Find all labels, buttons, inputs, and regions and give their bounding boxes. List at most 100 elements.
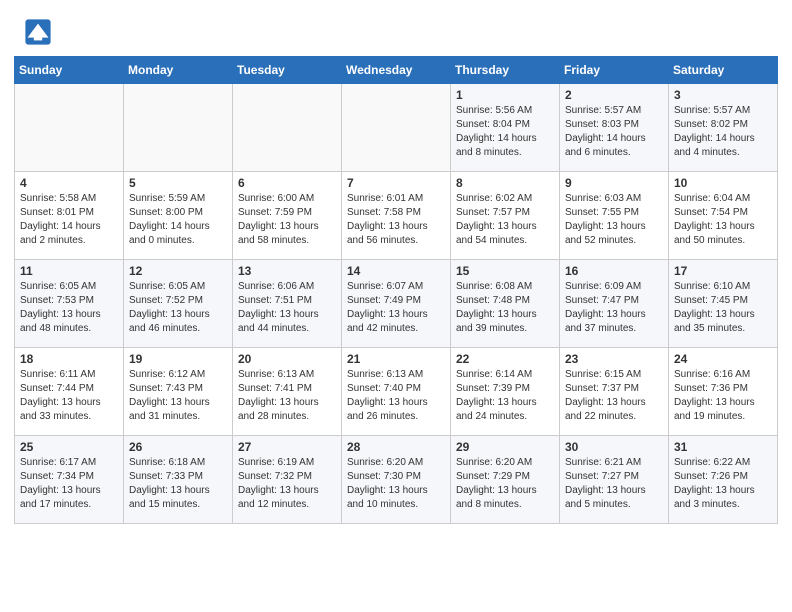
calendar-cell: 14 Sunrise: 6:07 AMSunset: 7:49 PMDayligh… [342,260,451,348]
day-info: Sunrise: 6:21 AMSunset: 7:27 PMDaylight:… [565,456,663,512]
calendar-cell: 1Sunrise: 5:56 AMSunset: 8:04 PMDaylight… [451,84,560,172]
calendar-week: 11 Sunrise: 6:05 AMSunset: 7:53 PMDayligh… [15,260,778,348]
calendar-header: SundayMondayTuesdayWednesdayThursdayFrid… [15,57,778,84]
day-info: Sunrise: 6:17 AMSunset: 7:34 PMDaylight:… [20,456,118,512]
day-number: 2 [565,88,663,102]
day-number: 9 [565,176,663,190]
day-info: Sunrise: 6:07 AMSunset: 7:49 PMDaylight:… [347,280,445,336]
calendar-cell: 8 Sunrise: 6:02 AMSunset: 7:57 PMDaylight… [451,172,560,260]
calendar-cell: 5 Sunrise: 5:59 AMSunset: 8:00 PMDaylight… [124,172,233,260]
calendar-cell: 31 Sunrise: 6:22 AMSunset: 7:26 PMDayligh… [669,436,778,524]
day-info: Sunrise: 6:04 AMSunset: 7:54 PMDaylight:… [674,192,772,248]
calendar-cell: 15Sunrise: 6:08 AMSunset: 7:48 PMDayligh… [451,260,560,348]
day-info: Sunrise: 6:20 AMSunset: 7:29 PMDaylight:… [456,456,554,512]
day-info: Sunrise: 5:59 AMSunset: 8:00 PMDaylight:… [129,192,227,248]
header-day: Saturday [669,57,778,84]
day-number: 19 [129,352,227,366]
day-number: 21 [347,352,445,366]
calendar-cell: 13Sunrise: 6:06 AMSunset: 7:51 PMDayligh… [233,260,342,348]
calendar-body: 1Sunrise: 5:56 AMSunset: 8:04 PMDaylight… [15,84,778,524]
calendar-cell: 16 Sunrise: 6:09 AMSunset: 7:47 PMDayligh… [560,260,669,348]
day-number: 15 [456,264,554,278]
day-info: Sunrise: 6:13 AMSunset: 7:40 PMDaylight:… [347,368,445,424]
day-number: 17 [674,264,772,278]
day-info: Sunrise: 6:20 AMSunset: 7:30 PMDaylight:… [347,456,445,512]
day-info: Sunrise: 5:57 AMSunset: 8:02 PMDaylight:… [674,104,772,160]
header-day: Monday [124,57,233,84]
calendar-cell: 22 Sunrise: 6:14 AMSunset: 7:39 PMDayligh… [451,348,560,436]
calendar-cell: 21 Sunrise: 6:13 AMSunset: 7:40 PMDayligh… [342,348,451,436]
calendar-cell: 10 Sunrise: 6:04 AMSunset: 7:54 PMDayligh… [669,172,778,260]
day-info: Sunrise: 6:02 AMSunset: 7:57 PMDaylight:… [456,192,554,248]
calendar: SundayMondayTuesdayWednesdayThursdayFrid… [0,56,792,538]
day-number: 4 [20,176,118,190]
day-number: 23 [565,352,663,366]
calendar-week: 1Sunrise: 5:56 AMSunset: 8:04 PMDaylight… [15,84,778,172]
day-number: 28 [347,440,445,454]
day-info: Sunrise: 6:00 AMSunset: 7:59 PMDaylight:… [238,192,336,248]
calendar-cell: 4 Sunrise: 5:58 AMSunset: 8:01 PMDaylight… [15,172,124,260]
calendar-cell: 2Sunrise: 5:57 AMSunset: 8:03 PMDaylight… [560,84,669,172]
calendar-cell: 30 Sunrise: 6:21 AMSunset: 7:27 PMDayligh… [560,436,669,524]
day-number: 29 [456,440,554,454]
day-info: Sunrise: 6:22 AMSunset: 7:26 PMDaylight:… [674,456,772,512]
day-number: 6 [238,176,336,190]
day-number: 5 [129,176,227,190]
calendar-cell: 26Sunrise: 6:18 AMSunset: 7:33 PMDayligh… [124,436,233,524]
day-info: Sunrise: 6:05 AMSunset: 7:53 PMDaylight:… [20,280,118,336]
day-number: 7 [347,176,445,190]
day-info: Sunrise: 6:16 AMSunset: 7:36 PMDaylight:… [674,368,772,424]
calendar-cell: 18 Sunrise: 6:11 AMSunset: 7:44 PMDayligh… [15,348,124,436]
calendar-cell: 24 Sunrise: 6:16 AMSunset: 7:36 PMDayligh… [669,348,778,436]
calendar-cell: 28 Sunrise: 6:20 AMSunset: 7:30 PMDayligh… [342,436,451,524]
day-number: 8 [456,176,554,190]
day-info: Sunrise: 6:11 AMSunset: 7:44 PMDaylight:… [20,368,118,424]
header-day: Thursday [451,57,560,84]
day-number: 16 [565,264,663,278]
day-info: Sunrise: 6:14 AMSunset: 7:39 PMDaylight:… [456,368,554,424]
day-info: Sunrise: 6:09 AMSunset: 7:47 PMDaylight:… [565,280,663,336]
header-day: Wednesday [342,57,451,84]
day-info: Sunrise: 5:56 AMSunset: 8:04 PMDaylight:… [456,104,554,160]
page-header [0,0,792,56]
calendar-cell: 23 Sunrise: 6:15 AMSunset: 7:37 PMDayligh… [560,348,669,436]
day-number: 31 [674,440,772,454]
day-info: Sunrise: 6:05 AMSunset: 7:52 PMDaylight:… [129,280,227,336]
day-info: Sunrise: 6:13 AMSunset: 7:41 PMDaylight:… [238,368,336,424]
calendar-cell: 11 Sunrise: 6:05 AMSunset: 7:53 PMDayligh… [15,260,124,348]
calendar-cell [124,84,233,172]
header-day: Friday [560,57,669,84]
calendar-week: 25 Sunrise: 6:17 AMSunset: 7:34 PMDayligh… [15,436,778,524]
calendar-cell: 19 Sunrise: 6:12 AMSunset: 7:43 PMDayligh… [124,348,233,436]
day-info: Sunrise: 6:15 AMSunset: 7:37 PMDaylight:… [565,368,663,424]
day-number: 3 [674,88,772,102]
day-info: Sunrise: 5:58 AMSunset: 8:01 PMDaylight:… [20,192,118,248]
calendar-week: 18 Sunrise: 6:11 AMSunset: 7:44 PMDayligh… [15,348,778,436]
day-number: 12 [129,264,227,278]
calendar-table: SundayMondayTuesdayWednesdayThursdayFrid… [14,56,778,524]
day-info: Sunrise: 6:19 AMSunset: 7:32 PMDaylight:… [238,456,336,512]
day-info: Sunrise: 6:12 AMSunset: 7:43 PMDaylight:… [129,368,227,424]
calendar-cell: 9 Sunrise: 6:03 AMSunset: 7:55 PMDaylight… [560,172,669,260]
day-number: 10 [674,176,772,190]
calendar-cell: 3 Sunrise: 5:57 AMSunset: 8:02 PMDaylight… [669,84,778,172]
calendar-cell: 29 Sunrise: 6:20 AMSunset: 7:29 PMDayligh… [451,436,560,524]
day-number: 24 [674,352,772,366]
day-info: Sunrise: 6:10 AMSunset: 7:45 PMDaylight:… [674,280,772,336]
calendar-cell: 20Sunrise: 6:13 AMSunset: 7:41 PMDayligh… [233,348,342,436]
day-number: 11 [20,264,118,278]
day-number: 22 [456,352,554,366]
calendar-cell [342,84,451,172]
day-number: 14 [347,264,445,278]
calendar-cell: 6 Sunrise: 6:00 AMSunset: 7:59 PMDaylight… [233,172,342,260]
header-day: Tuesday [233,57,342,84]
calendar-cell [15,84,124,172]
day-info: Sunrise: 6:03 AMSunset: 7:55 PMDaylight:… [565,192,663,248]
calendar-cell: 17 Sunrise: 6:10 AMSunset: 7:45 PMDayligh… [669,260,778,348]
calendar-cell: 7Sunrise: 6:01 AMSunset: 7:58 PMDaylight… [342,172,451,260]
day-number: 25 [20,440,118,454]
day-number: 18 [20,352,118,366]
day-number: 30 [565,440,663,454]
day-info: Sunrise: 6:06 AMSunset: 7:51 PMDaylight:… [238,280,336,336]
header-row: SundayMondayTuesdayWednesdayThursdayFrid… [15,57,778,84]
